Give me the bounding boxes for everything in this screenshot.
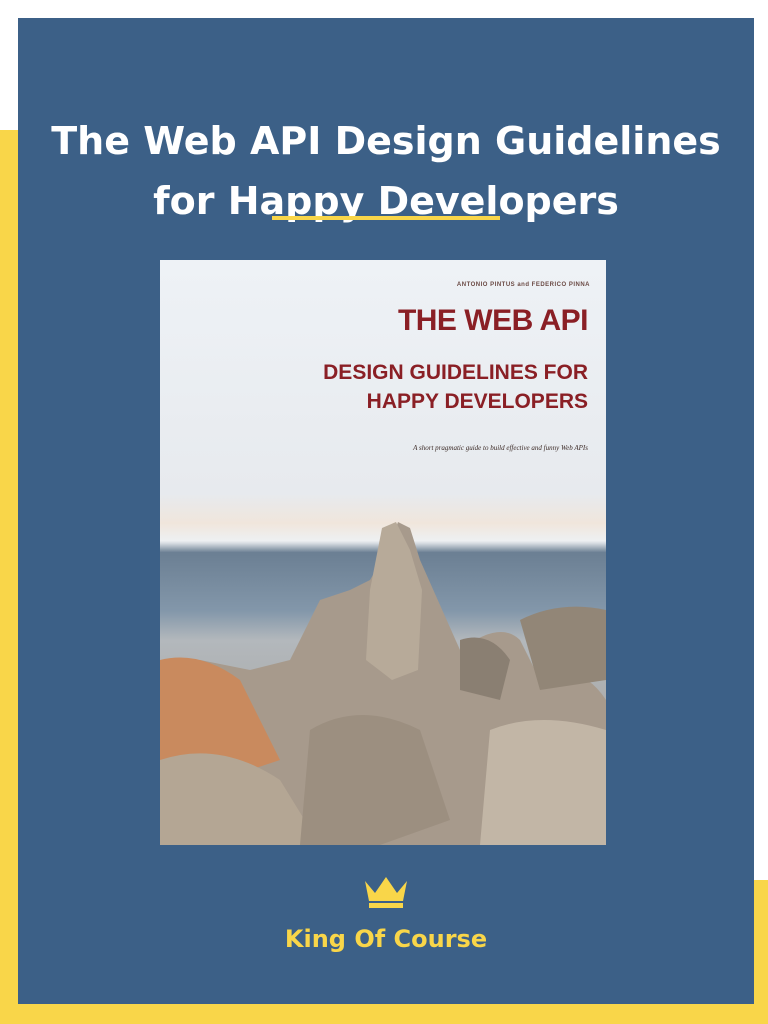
book-tagline: A short pragmatic guide to build effecti…	[413, 444, 588, 452]
promo-panel: The Web API Design Guidelines for Happy …	[18, 18, 754, 1004]
page-title: The Web API Design Guidelines for Happy …	[18, 111, 754, 231]
crown-icon	[365, 877, 407, 908]
book-subtitle-line-2: HAPPY DEVELOPERS	[366, 390, 588, 413]
book-subtitle-line-1: DESIGN GUIDELINES FOR	[323, 361, 588, 384]
book-title: THE WEB API	[397, 304, 589, 337]
book-cover: ANTONIO PINTUS and FEDERICO PINNA THE WE…	[160, 260, 606, 845]
book-authors: ANTONIO PINTUS and FEDERICO PINNA	[456, 282, 590, 288]
page-title-line-1: The Web API Design Guidelines	[51, 119, 721, 164]
rocky-seascape-illustration	[160, 522, 606, 845]
page-title-line-2: for Happy Developers	[153, 179, 619, 224]
book-subtitle: DESIGN GUIDELINES FOR HAPPY DEVELOPERS	[323, 358, 588, 416]
brand-name: King Of Course	[284, 925, 488, 953]
brand-logo: King Of Course	[18, 873, 754, 953]
title-underline	[272, 216, 500, 220]
